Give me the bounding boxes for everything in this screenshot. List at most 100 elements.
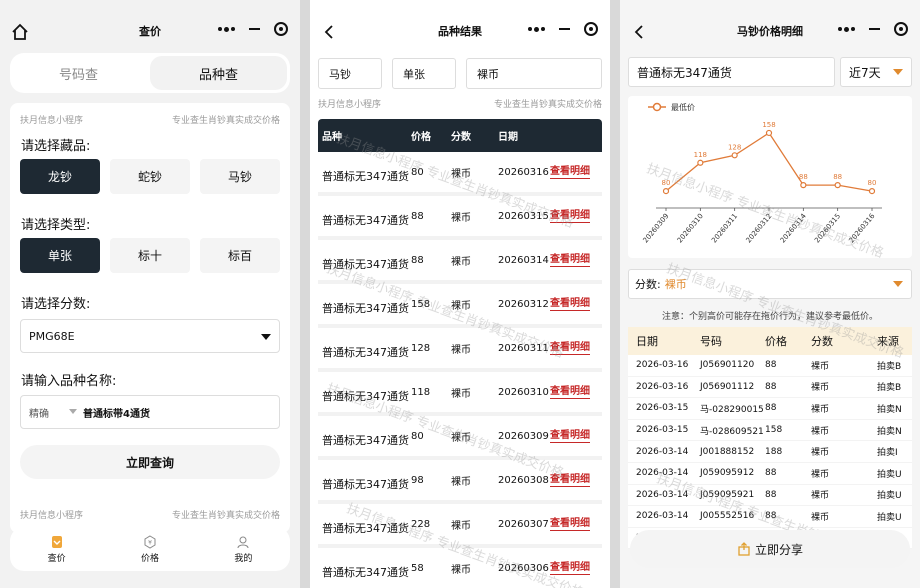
- option-hundred[interactable]: 标百: [200, 238, 280, 273]
- view-detail-link[interactable]: 查看明细: [550, 562, 590, 575]
- view-detail-link[interactable]: 查看明细: [550, 430, 590, 443]
- score-cell: 裸币: [811, 383, 830, 394]
- data-point: [800, 182, 807, 189]
- data-point: [662, 187, 670, 195]
- date-cell: 2026-03-14: [636, 489, 689, 500]
- capsule-menu[interactable]: [218, 22, 288, 36]
- query-button[interactable]: 立即查询: [20, 445, 280, 479]
- number-cell: J059095921: [700, 489, 755, 500]
- back-icon[interactable]: [630, 22, 650, 42]
- table-row: 2026-03-14 J059095921 88 裸币 拍卖U: [628, 484, 912, 507]
- notice-text: 注意：个别高价可能存在拖价行为，建议参考最低价。: [661, 312, 878, 322]
- view-detail-link[interactable]: 查看明细: [550, 386, 590, 399]
- table-row: 普通标无347通货 88 裸币 20260314 查看明细: [318, 240, 602, 284]
- share-icon: [738, 542, 750, 556]
- match-mode-select[interactable]: 精确: [21, 405, 83, 420]
- legend-label: 最低价: [671, 102, 695, 112]
- filter-type[interactable]: 单张: [392, 58, 456, 89]
- name-input-row: 精确 普通标带4通货: [20, 395, 280, 429]
- price-cell: 158: [411, 298, 431, 310]
- tab-search[interactable]: 查价: [10, 527, 103, 571]
- range-select[interactable]: 近7天: [840, 57, 912, 87]
- score-cell: 裸币: [811, 512, 830, 523]
- view-detail-link[interactable]: 查看明细: [550, 298, 590, 311]
- variety-select[interactable]: 普通标无347通货: [628, 57, 835, 87]
- more-icon[interactable]: [528, 26, 545, 32]
- table-row: 普通标无347通货 80 裸币 20260316 查看明细: [318, 152, 602, 196]
- close-circle-icon[interactable]: [584, 22, 598, 36]
- option-horse[interactable]: 马钞: [200, 159, 280, 194]
- option-dragon[interactable]: 龙钞: [20, 159, 100, 194]
- table-row: 普通标无347通货 228 裸币 20260307 查看明细: [318, 504, 602, 548]
- score-select[interactable]: 分数: 裸币: [628, 269, 912, 299]
- score-select[interactable]: PMG68E: [20, 319, 280, 353]
- table-row: 2026-03-16 J056901112 88 裸币 拍卖B: [628, 376, 912, 399]
- bottom-tabbar: 查价 ¥ 价格 我的: [10, 527, 290, 571]
- date-cell: 2026-03-15: [636, 403, 689, 414]
- capsule-menu[interactable]: [528, 22, 598, 36]
- view-detail-link[interactable]: 查看明细: [550, 210, 590, 223]
- view-detail-link[interactable]: 查看明细: [550, 254, 590, 267]
- score-cell: 裸币: [811, 491, 830, 502]
- table-row: 普通标无347通货 118 裸币 20260310 查看明细: [318, 372, 602, 416]
- source-cell: 拍卖U: [877, 491, 902, 502]
- tab-price[interactable]: ¥ 价格: [103, 527, 196, 571]
- more-icon[interactable]: [838, 26, 855, 32]
- share-button[interactable]: 立即分享: [630, 530, 910, 568]
- number-cell: 马-028609521: [700, 426, 764, 437]
- date-cell: 20260308: [498, 474, 549, 486]
- option-ten[interactable]: 标十: [110, 238, 190, 273]
- date-cell: 2026-03-14: [636, 468, 689, 479]
- option-snake[interactable]: 蛇钞: [110, 159, 190, 194]
- table-row: 2026-03-14 J005552516 88 裸币 拍卖U: [628, 506, 912, 528]
- price-cell: 158: [765, 425, 783, 436]
- price-chart: 最低价 80 20260309 118 20260310 128 20260311 158 20…: [628, 96, 912, 258]
- number-cell: J059095912: [700, 468, 755, 479]
- variety-name: 普通标无347通货: [322, 346, 409, 359]
- tab-number[interactable]: 号码查: [10, 53, 147, 93]
- date-cell: 2026-03-16: [636, 381, 689, 392]
- watermark-line: 扶月信息小程序 专业查生肖钞真实成交价格: [318, 100, 602, 110]
- name-input[interactable]: 普通标带4通货: [83, 405, 150, 420]
- view-detail-link[interactable]: 查看明细: [550, 518, 590, 531]
- capsule-menu[interactable]: [838, 22, 908, 36]
- data-point: [731, 152, 738, 159]
- svg-text:¥: ¥: [148, 539, 152, 546]
- watermark-line: 扶月信息小程序 专业查生肖钞真实成交价格: [20, 116, 280, 126]
- minimize-icon[interactable]: [559, 28, 570, 30]
- filter-score[interactable]: 裸币: [466, 58, 602, 89]
- series-line: [665, 132, 873, 192]
- x-tick-label: 20260309: [641, 212, 670, 244]
- minimize-icon[interactable]: [249, 28, 260, 30]
- table-header: 日期 号码 价格 分数 来源: [628, 327, 912, 355]
- price-cell: 188: [765, 446, 783, 457]
- variety-name: 普通标无347通货: [322, 258, 409, 271]
- x-tick-label: 20260312: [744, 212, 773, 244]
- data-label: 158: [762, 121, 775, 129]
- price-cell: 88: [765, 468, 777, 479]
- source-cell: 拍卖B: [877, 383, 902, 394]
- data-label: 80: [662, 179, 671, 187]
- date-cell: 2026-03-14: [636, 511, 689, 522]
- table-row: 普通标无347通货 98 裸币 20260308 查看明细: [318, 460, 602, 504]
- date-cell: 20260306: [498, 562, 549, 574]
- view-detail-link[interactable]: 查看明细: [550, 342, 590, 355]
- option-single[interactable]: 单张: [20, 238, 100, 273]
- close-circle-icon[interactable]: [274, 22, 288, 36]
- search-price-icon: [51, 535, 62, 548]
- tab-variety[interactable]: 品种查: [150, 56, 287, 90]
- filter-collection[interactable]: 马钞: [318, 58, 382, 89]
- more-icon[interactable]: [218, 26, 235, 32]
- view-detail-link[interactable]: 查看明细: [550, 166, 590, 179]
- minimize-icon[interactable]: [869, 28, 880, 30]
- tab-mine[interactable]: 我的: [197, 527, 290, 571]
- home-icon[interactable]: [10, 22, 30, 42]
- view-detail-link[interactable]: 查看明细: [550, 474, 590, 487]
- back-icon[interactable]: [320, 22, 340, 42]
- score-cell: 裸币: [811, 469, 830, 480]
- page-title: 品种结果: [438, 25, 482, 38]
- x-tick-label: 20260310: [676, 212, 705, 244]
- source-cell: 拍卖N: [877, 426, 902, 437]
- table-row: 普通标无347通货 58 裸币 20260306 查看明细: [318, 548, 602, 588]
- close-circle-icon[interactable]: [894, 22, 908, 36]
